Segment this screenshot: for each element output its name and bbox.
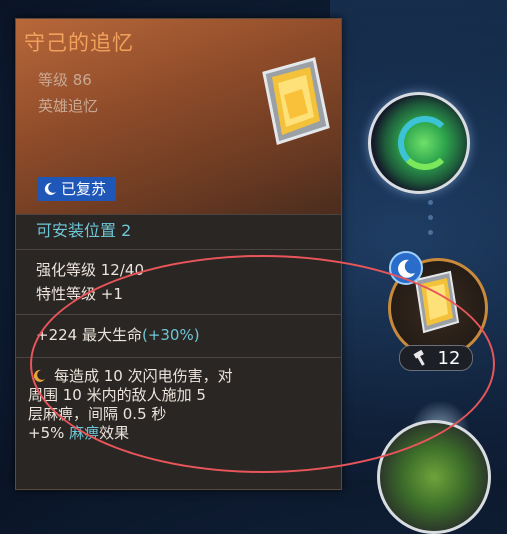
item-level: 等级 86 [38,71,92,89]
connector-dot [428,215,433,220]
connector-dot [428,230,433,235]
connector-dot [428,200,433,205]
moon-icon [44,182,56,195]
revived-badge: 已复苏 [37,177,117,201]
swirl-decoration [398,116,452,170]
divider [16,249,341,250]
revived-label: 已复苏 [61,180,107,198]
effect-prefix: +5% [28,424,70,442]
install-slots: 可安装位置 2 [36,221,132,240]
item-title: 守己的追忆 [24,31,134,55]
divider [16,214,341,215]
item-rarity: 英雄追忆 [38,97,99,115]
gem-icon [262,57,330,145]
annotation-highlight [30,255,495,473]
